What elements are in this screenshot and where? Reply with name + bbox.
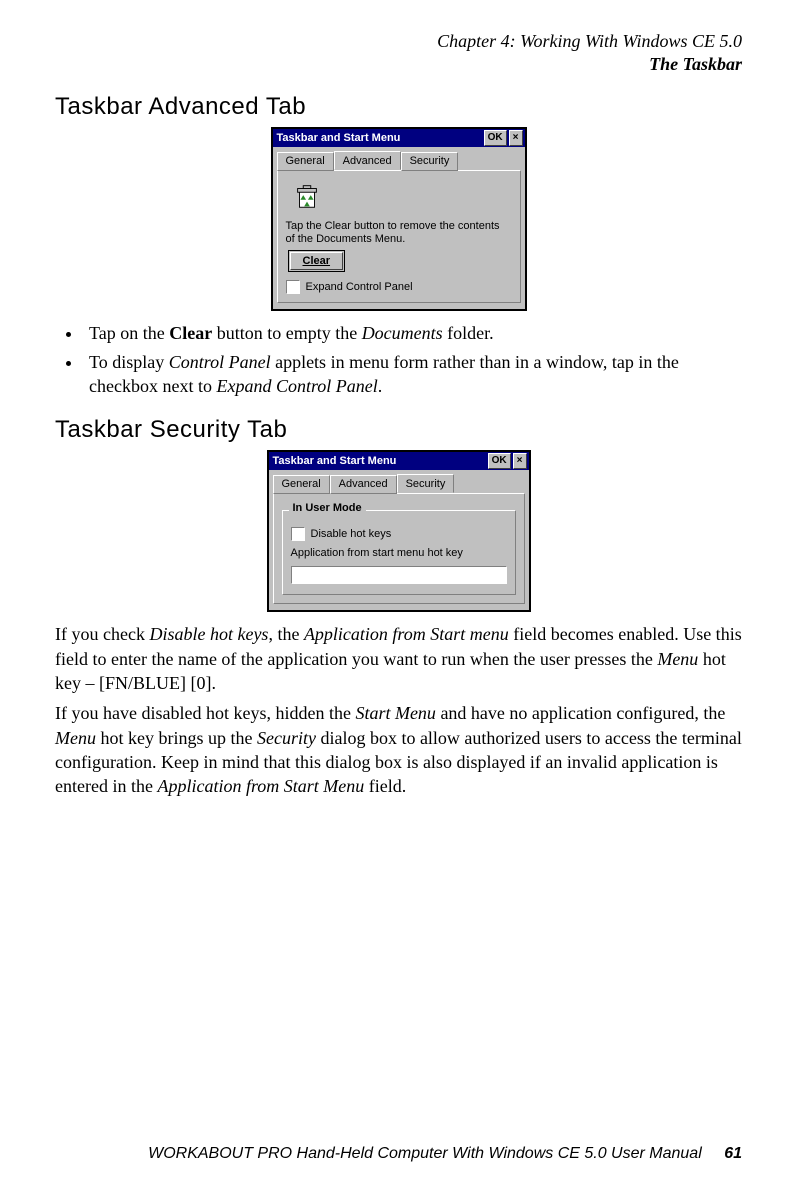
chapter-line: Chapter 4: Working With Windows CE 5.0 (55, 30, 742, 53)
close-button[interactable]: × (513, 453, 527, 469)
tab-general[interactable]: General (273, 475, 330, 494)
clear-button[interactable]: Clear (290, 252, 344, 270)
tab-strip: General Advanced Security (269, 470, 529, 493)
disable-hot-keys-checkbox[interactable] (291, 527, 305, 541)
expand-control-panel-label: Expand Control Panel (306, 281, 413, 293)
tab-panel-advanced: Tap the Clear button to remove the conte… (277, 170, 521, 303)
tab-advanced[interactable]: Advanced (330, 475, 397, 494)
dialog-title: Taskbar and Start Menu (273, 455, 397, 467)
paragraph-security-dialog: If you have disabled hot keys, hidden th… (55, 701, 742, 798)
bullet-expand: To display Control Panel applets in menu… (83, 350, 742, 399)
dialog-taskbar-advanced: Taskbar and Start Menu OK × General Adva… (271, 127, 527, 311)
bullet-clear: Tap on the Clear button to empty the Doc… (83, 321, 742, 345)
page-number: 61 (724, 1145, 742, 1162)
heading-security-tab: Taskbar Security Tab (55, 416, 742, 444)
paragraph-disable-hotkeys: If you check Disable hot keys, the Appli… (55, 622, 742, 695)
tab-security[interactable]: Security (397, 474, 455, 493)
close-button[interactable]: × (509, 130, 523, 146)
dialog-taskbar-security: Taskbar and Start Menu OK × General Adva… (267, 450, 531, 612)
tab-general[interactable]: General (277, 152, 334, 171)
section-line: The Taskbar (55, 53, 742, 76)
tab-strip: General Advanced Security (273, 147, 525, 170)
heading-advanced-tab: Taskbar Advanced Tab (55, 93, 742, 121)
clear-hint-text: Tap the Clear button to remove the conte… (286, 220, 512, 246)
page-header: Chapter 4: Working With Windows CE 5.0 T… (55, 30, 742, 75)
dialog-titlebar: Taskbar and Start Menu OK × (269, 452, 529, 470)
expand-control-panel-checkbox[interactable] (286, 280, 300, 294)
footer-text: WORKABOUT PRO Hand-Held Computer With Wi… (148, 1145, 702, 1162)
recycle-bin-icon (292, 181, 322, 211)
advanced-bullet-list: Tap on the Clear button to empty the Doc… (83, 321, 742, 398)
groupbox-legend: In User Mode (289, 502, 366, 514)
page-footer: WORKABOUT PRO Hand-Held Computer With Wi… (148, 1145, 742, 1163)
tab-advanced[interactable]: Advanced (334, 151, 401, 170)
app-hotkey-label: Application from start menu hot key (291, 547, 507, 560)
tab-panel-security: In User Mode Disable hot keys Applicatio… (273, 493, 525, 604)
dialog-title: Taskbar and Start Menu (277, 132, 401, 144)
disable-hot-keys-label: Disable hot keys (311, 528, 392, 540)
ok-button[interactable]: OK (488, 453, 511, 469)
app-hotkey-input[interactable] (291, 566, 507, 584)
tab-security[interactable]: Security (401, 152, 459, 171)
dialog-titlebar: Taskbar and Start Menu OK × (273, 129, 525, 147)
groupbox-user-mode: In User Mode Disable hot keys Applicatio… (282, 510, 516, 595)
ok-button[interactable]: OK (484, 130, 507, 146)
